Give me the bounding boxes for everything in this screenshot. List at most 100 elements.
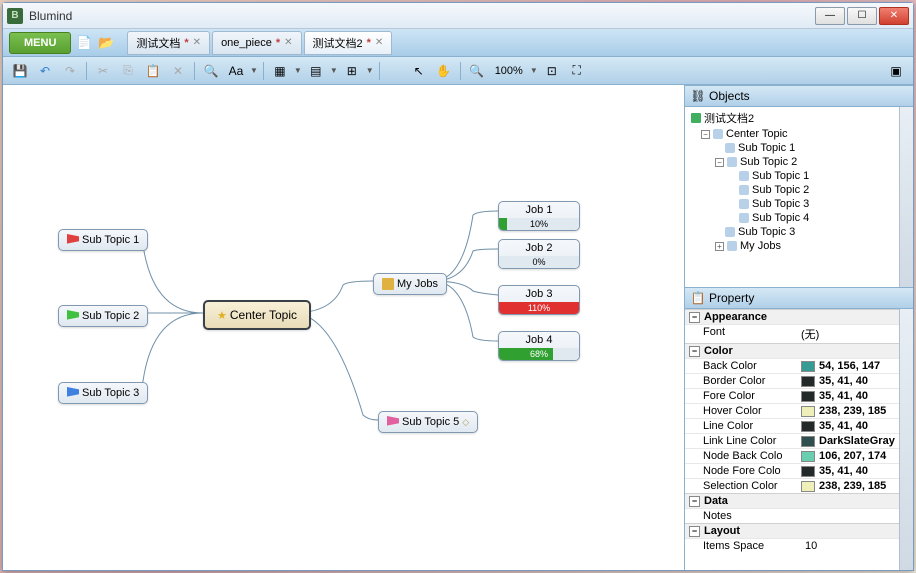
prop-row-font[interactable]: Font(无) (685, 324, 913, 343)
dropdown-icon[interactable]: ▼ (366, 66, 374, 75)
undo-icon[interactable]: ↶ (34, 60, 56, 82)
scrollbar[interactable] (899, 107, 913, 287)
tree-item[interactable]: −Sub Topic 2 (687, 155, 911, 169)
maximize-button[interactable]: ☐ (847, 7, 877, 25)
collapse-icon[interactable]: − (689, 346, 700, 357)
save-icon[interactable]: 💾 (9, 60, 31, 82)
collapse-icon[interactable]: − (689, 496, 700, 507)
panel-toggle-icon[interactable]: ▣ (885, 60, 907, 82)
prop-group-layout[interactable]: −Layout (685, 523, 913, 538)
content-area: Sub Topic 1 Sub Topic 2 Sub Topic 3 ★ Ce… (3, 85, 913, 570)
find-icon[interactable]: 🔍 (200, 60, 222, 82)
node-job-4[interactable]: Job 4 68% (498, 331, 580, 361)
node-subtopic-3[interactable]: Sub Topic 3 (58, 382, 148, 404)
prop-row-itemsspace[interactable]: Items Space10 (685, 538, 913, 553)
prop-row-nodeforecolor[interactable]: Node Fore Colo35, 41, 40 (685, 463, 913, 478)
color-swatch (801, 361, 815, 372)
panel-title: Objects (709, 89, 750, 103)
prop-group-data[interactable]: −Data (685, 493, 913, 508)
collapse-icon[interactable]: − (715, 158, 724, 167)
tab-doc-2[interactable]: 测试文档2 * ✕ (304, 31, 393, 55)
open-folder-icon[interactable]: 📂 (97, 34, 115, 52)
tab-modified-icon: * (367, 37, 371, 49)
tree-item[interactable]: +My Jobs (687, 239, 911, 253)
menu-button[interactable]: MENU (9, 32, 71, 54)
close-button[interactable]: ✕ (879, 7, 909, 25)
scrollbar[interactable] (899, 309, 913, 570)
node-job-1[interactable]: Job 1 10% (498, 201, 580, 231)
node-subtopic-5[interactable]: Sub Topic 5 ◇ (378, 411, 478, 433)
delete-icon[interactable]: ✕ (167, 60, 189, 82)
node-center-topic[interactable]: ★ Center Topic (203, 300, 311, 330)
hand-icon[interactable]: ✋ (433, 60, 455, 82)
dropdown-icon[interactable]: ▼ (294, 66, 302, 75)
collapse-icon[interactable]: − (701, 130, 710, 139)
prop-row-bordercolor[interactable]: Border Color35, 41, 40 (685, 373, 913, 388)
dropdown-icon[interactable]: ▼ (330, 66, 338, 75)
objects-panel-header[interactable]: ⛓ Objects (685, 85, 913, 107)
tab-close-icon[interactable]: ✕ (284, 37, 292, 48)
layout-icon[interactable]: ⊞ (341, 60, 363, 82)
zoom-value[interactable]: 100% (491, 65, 527, 77)
prop-row-forecolor[interactable]: Fore Color35, 41, 40 (685, 388, 913, 403)
node-subtopic-2[interactable]: Sub Topic 2 (58, 305, 148, 327)
format-icon[interactable]: Aa (225, 60, 247, 82)
prop-row-notes[interactable]: Notes (685, 508, 913, 523)
dropdown-icon[interactable]: ▼ (250, 66, 258, 75)
dropdown-icon[interactable]: ▼ (530, 66, 538, 75)
document-tabs: 测试文档 * ✕ one_piece * ✕ 测试文档2 * ✕ (127, 31, 392, 55)
prop-row-hovercolor[interactable]: Hover Color238, 239, 185 (685, 403, 913, 418)
node-icon (725, 143, 735, 153)
property-grid[interactable]: −Appearance Font(无) −Color Back Color54,… (685, 309, 913, 570)
fullscreen-icon[interactable]: ⛶ (566, 60, 588, 82)
copy-icon[interactable]: ⎘ (117, 60, 139, 82)
grid-icon[interactable]: ▤ (305, 60, 327, 82)
property-panel-header[interactable]: 📋 Property (685, 287, 913, 309)
color-swatch (801, 406, 815, 417)
tab-close-icon[interactable]: ✕ (193, 37, 201, 48)
tree-item[interactable]: Sub Topic 2 (687, 183, 911, 197)
tree-item[interactable]: Sub Topic 3 (687, 197, 911, 211)
node-job-3[interactable]: Job 3 110% ✖ (498, 285, 580, 315)
minimize-button[interactable]: — (815, 7, 845, 25)
prop-row-selectioncolor[interactable]: Selection Color238, 239, 185 (685, 478, 913, 493)
tab-close-icon[interactable]: ✕ (375, 37, 383, 48)
node-job-2[interactable]: Job 2 0% (498, 239, 580, 269)
tree-item[interactable]: Sub Topic 1 (687, 169, 911, 183)
tab-doc-1[interactable]: one_piece * ✕ (212, 31, 301, 55)
app-icon: B (7, 8, 23, 24)
mindmap-canvas[interactable]: Sub Topic 1 Sub Topic 2 Sub Topic 3 ★ Ce… (3, 85, 685, 570)
tree-item[interactable]: Sub Topic 3 (687, 225, 911, 239)
cut-icon[interactable]: ✂ (92, 60, 114, 82)
new-doc-icon[interactable]: 📄 (75, 34, 93, 52)
window-controls: — ☐ ✕ (815, 7, 909, 25)
prop-row-nodebackcolor[interactable]: Node Back Colo106, 207, 174 (685, 448, 913, 463)
node-subtopic-1[interactable]: Sub Topic 1 (58, 229, 148, 251)
tree-item[interactable]: Sub Topic 4 (687, 211, 911, 225)
zoom-fit-icon[interactable]: ⊡ (541, 60, 563, 82)
tree-item[interactable]: Sub Topic 1 (687, 141, 911, 155)
prop-group-appearance[interactable]: −Appearance (685, 309, 913, 324)
objects-tree[interactable]: 测试文档2 −Center Topic Sub Topic 1 −Sub Top… (685, 107, 913, 287)
collapse-icon[interactable]: − (689, 312, 700, 323)
prop-row-linecolor[interactable]: Line Color35, 41, 40 (685, 418, 913, 433)
prop-row-linklinecolor[interactable]: Link Line ColorDarkSlateGray (685, 433, 913, 448)
redo-icon[interactable]: ↷ (59, 60, 81, 82)
pointer-icon[interactable]: ↖ (408, 60, 430, 82)
flag-blue-icon (67, 387, 79, 399)
palette-icon[interactable]: ▦ (269, 60, 291, 82)
expand-icon[interactable]: + (715, 242, 724, 251)
side-panels: ⛓ Objects 测试文档2 −Center Topic Sub Topic … (685, 85, 913, 570)
node-label: My Jobs (397, 278, 438, 290)
zoom-icon[interactable]: 🔍 (466, 60, 488, 82)
tree-root[interactable]: −Center Topic (687, 127, 911, 141)
prop-group-color[interactable]: −Color (685, 343, 913, 358)
tree-doc[interactable]: 测试文档2 (687, 109, 911, 127)
paste-icon[interactable]: 📋 (142, 60, 164, 82)
node-myjobs[interactable]: My Jobs (373, 273, 447, 295)
tab-doc-0[interactable]: 测试文档 * ✕ (127, 31, 210, 55)
prop-row-backcolor[interactable]: Back Color54, 156, 147 (685, 358, 913, 373)
node-icon (739, 185, 749, 195)
collapse-icon[interactable]: − (689, 526, 700, 537)
link-lines (3, 85, 684, 570)
